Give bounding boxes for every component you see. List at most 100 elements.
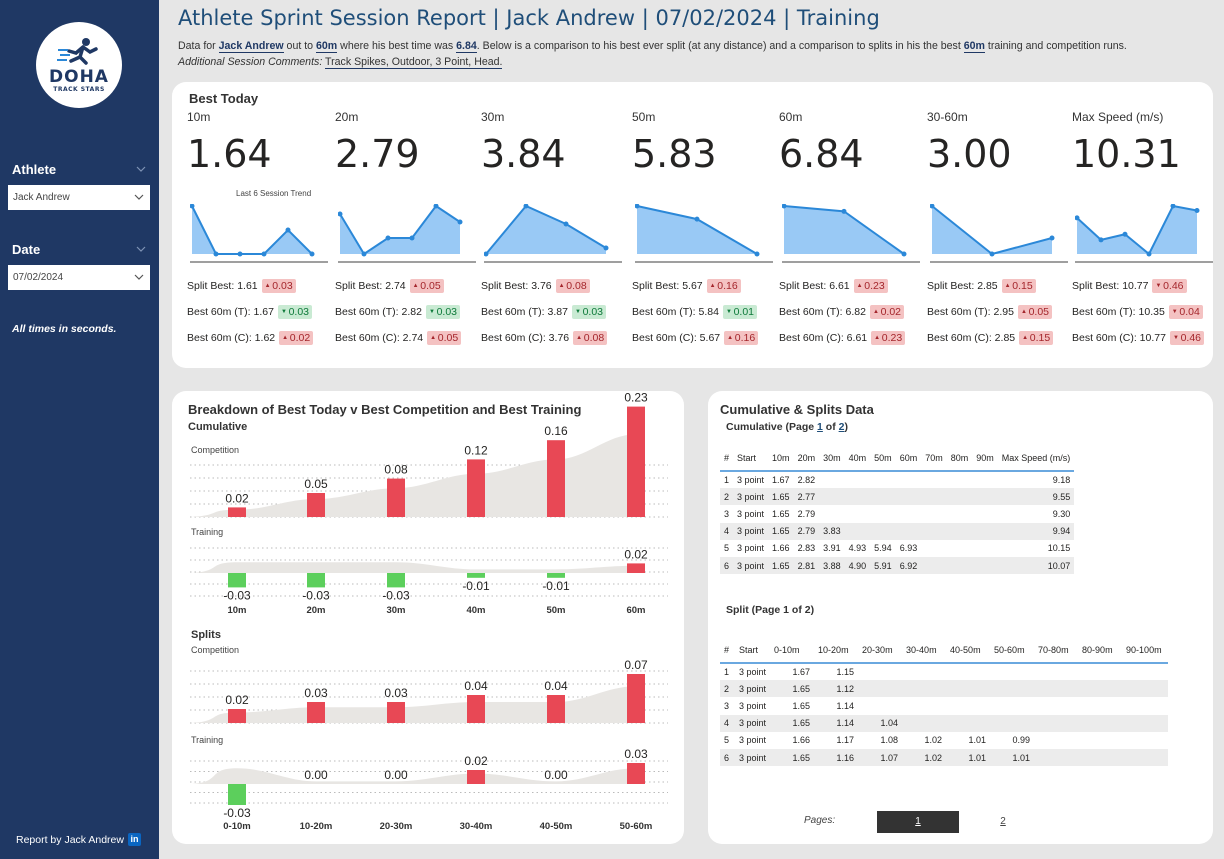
column-header[interactable]: 40m xyxy=(844,445,871,472)
column-header[interactable]: 40-50m xyxy=(946,637,991,664)
table-cell xyxy=(1122,697,1168,714)
column-header[interactable]: Start xyxy=(735,637,771,664)
comparison-text: Split Best: 1.61 xyxy=(187,280,258,292)
caption-text: ) xyxy=(844,421,848,433)
table-cell xyxy=(972,522,998,540)
table-cell: 4.90 xyxy=(844,556,871,575)
column-header[interactable]: 10m xyxy=(768,445,794,472)
kpi-value: 2.79 xyxy=(335,132,420,176)
data-label: 0.08 xyxy=(384,463,408,477)
table-cell: 6 xyxy=(720,556,734,575)
table-cell xyxy=(946,697,990,714)
column-header[interactable]: 80-90m xyxy=(1078,637,1123,664)
comparison-text: Best 60m (C): 2.85 xyxy=(927,332,1016,344)
table-cell: 2.81 xyxy=(793,556,820,575)
delta-badge: ▼ 0.03 xyxy=(425,305,460,319)
table-cell: 4 xyxy=(720,714,736,732)
kpi-comparison-row: Best 60m (C): 5.67 ▲ 0.16 xyxy=(632,331,759,345)
date-dropdown[interactable]: 07/02/2024 xyxy=(8,265,150,290)
table-cell: 1.65 xyxy=(772,508,790,519)
bar xyxy=(627,763,645,784)
page-2-button[interactable]: 2 xyxy=(988,811,1018,833)
table-cell xyxy=(990,697,1034,714)
comparison-text: Split Best: 10.77 xyxy=(1072,280,1149,292)
delta-value: 0.02 xyxy=(289,332,311,344)
column-header[interactable]: 80m xyxy=(946,445,973,472)
column-header[interactable]: Start xyxy=(733,445,769,472)
table-cell xyxy=(845,471,871,488)
sidebar: DOHA TRACK STARS Athlete Jack Andrew Dat… xyxy=(0,0,159,859)
chevron-down-icon[interactable] xyxy=(136,164,146,174)
kpi-comparison-row: Best 60m (C): 2.74 ▲ 0.05 xyxy=(335,331,462,345)
column-header[interactable]: 70-80m xyxy=(1034,637,1079,664)
column-header[interactable]: # xyxy=(720,445,734,472)
table-cell: 9.55 xyxy=(997,488,1075,506)
table-cell: 3 point xyxy=(739,700,767,711)
kpi-comparison-row: Best 60m (T): 1.67 ▼ 0.03 xyxy=(187,305,312,319)
column-header[interactable]: 20-30m xyxy=(858,637,903,664)
column-header[interactable]: 30-40m xyxy=(902,637,947,664)
bar xyxy=(307,702,325,723)
kpi-comparison-row: Best 60m (T): 6.82 ▲ 0.02 xyxy=(779,305,904,319)
column-header[interactable]: 90-100m xyxy=(1122,637,1168,664)
table-cell xyxy=(990,714,1035,732)
delta-badge: ▼ 0.04 xyxy=(1168,305,1203,319)
data-label: 0.02 xyxy=(225,693,249,707)
column-header[interactable]: 0-10m xyxy=(770,637,815,664)
table-cell xyxy=(947,471,973,488)
page-1-button[interactable]: 1 xyxy=(877,811,959,833)
comparison-text: Best 60m (C): 10.77 xyxy=(1072,332,1166,344)
desc-text: . Below is a comparison to his best ever… xyxy=(476,40,964,52)
split-table: # Start 0-10m 10-20m 20-30m 30-40m 40-50m 50-60… xyxy=(720,637,1168,767)
chevron-down-icon[interactable] xyxy=(136,244,146,254)
table-cell xyxy=(946,488,973,506)
column-header[interactable]: 20m xyxy=(793,445,820,472)
kpi-comparison-row: Split Best: 3.76 ▲ 0.08 xyxy=(481,279,590,293)
column-header[interactable]: 60m xyxy=(895,445,922,472)
kpi-comparison-row: Best 60m (T): 3.87 ▼ 0.03 xyxy=(481,305,606,319)
delta-value: 0.04 xyxy=(1179,306,1200,318)
arrow-up-icon: ▲ xyxy=(872,309,881,316)
linkedin-icon[interactable]: in xyxy=(127,833,141,846)
column-header[interactable]: 10-20m xyxy=(814,637,859,664)
table-cell: 5.91 xyxy=(870,556,896,575)
breakdown-charts: 0.02 0.05 0.08 0.12 0.16 0.23 -0.03 -0.03 -0.03 -… xyxy=(190,391,668,832)
table-cell xyxy=(1034,748,1079,767)
kpi-comparison-row: Split Best: 2.74 ▲ 0.05 xyxy=(335,279,444,293)
kpi-comparison-row: Split Best: 5.67 ▲ 0.16 xyxy=(632,279,741,293)
table-cell: 3 point xyxy=(735,714,771,732)
column-header[interactable]: 50-60m xyxy=(990,637,1035,664)
table-cell xyxy=(947,540,973,557)
kpi-comparison-row: Best 60m (C): 10.77 ▼ 0.46 xyxy=(1072,331,1205,345)
desc-distance: 60m xyxy=(963,40,985,53)
table-cell: 3.83 xyxy=(819,522,845,540)
trend-point xyxy=(1098,237,1104,243)
column-header[interactable]: 50m xyxy=(870,445,896,472)
column-header[interactable]: 70m xyxy=(921,445,947,472)
table-cell xyxy=(902,697,946,714)
table-cell: 10.07 xyxy=(997,556,1075,575)
split-table-caption: Split (Page 1 of 2) xyxy=(726,604,815,616)
category-label: 30m xyxy=(386,605,405,616)
column-header[interactable]: 30m xyxy=(819,445,845,472)
column-header[interactable]: # xyxy=(720,637,736,664)
table-cell: 1.65 xyxy=(768,556,794,575)
column-header[interactable]: Max Speed (m/s) xyxy=(997,445,1075,472)
column-header[interactable]: 90m xyxy=(972,445,998,472)
table-cell xyxy=(858,680,903,698)
desc-best-time: 6.84 xyxy=(456,40,477,53)
date-slicer-label: Date xyxy=(12,242,41,257)
table-row: 3 3 point 1.65 2.79 9.30 xyxy=(720,505,1074,522)
trend-sparkline xyxy=(930,204,1068,263)
table-cell xyxy=(990,663,1034,680)
table-cell: 1.01 xyxy=(946,748,991,767)
bar xyxy=(627,406,645,517)
kpi-comparison-row: Best 60m (C): 2.85 ▲ 0.15 xyxy=(927,331,1054,345)
trend-area xyxy=(637,206,757,254)
kpi-comparison-row: Split Best: 2.85 ▲ 0.15 xyxy=(927,279,1036,293)
cumulative-table: # Start 10m 20m 30m 40m 50m 60m 70m 80m 90m Max Spe… xyxy=(720,445,1075,575)
kpi-label: 20m xyxy=(335,110,359,124)
data-label: 0.02 xyxy=(464,754,488,768)
athlete-dropdown[interactable]: Jack Andrew xyxy=(8,185,150,210)
bar xyxy=(627,674,645,723)
